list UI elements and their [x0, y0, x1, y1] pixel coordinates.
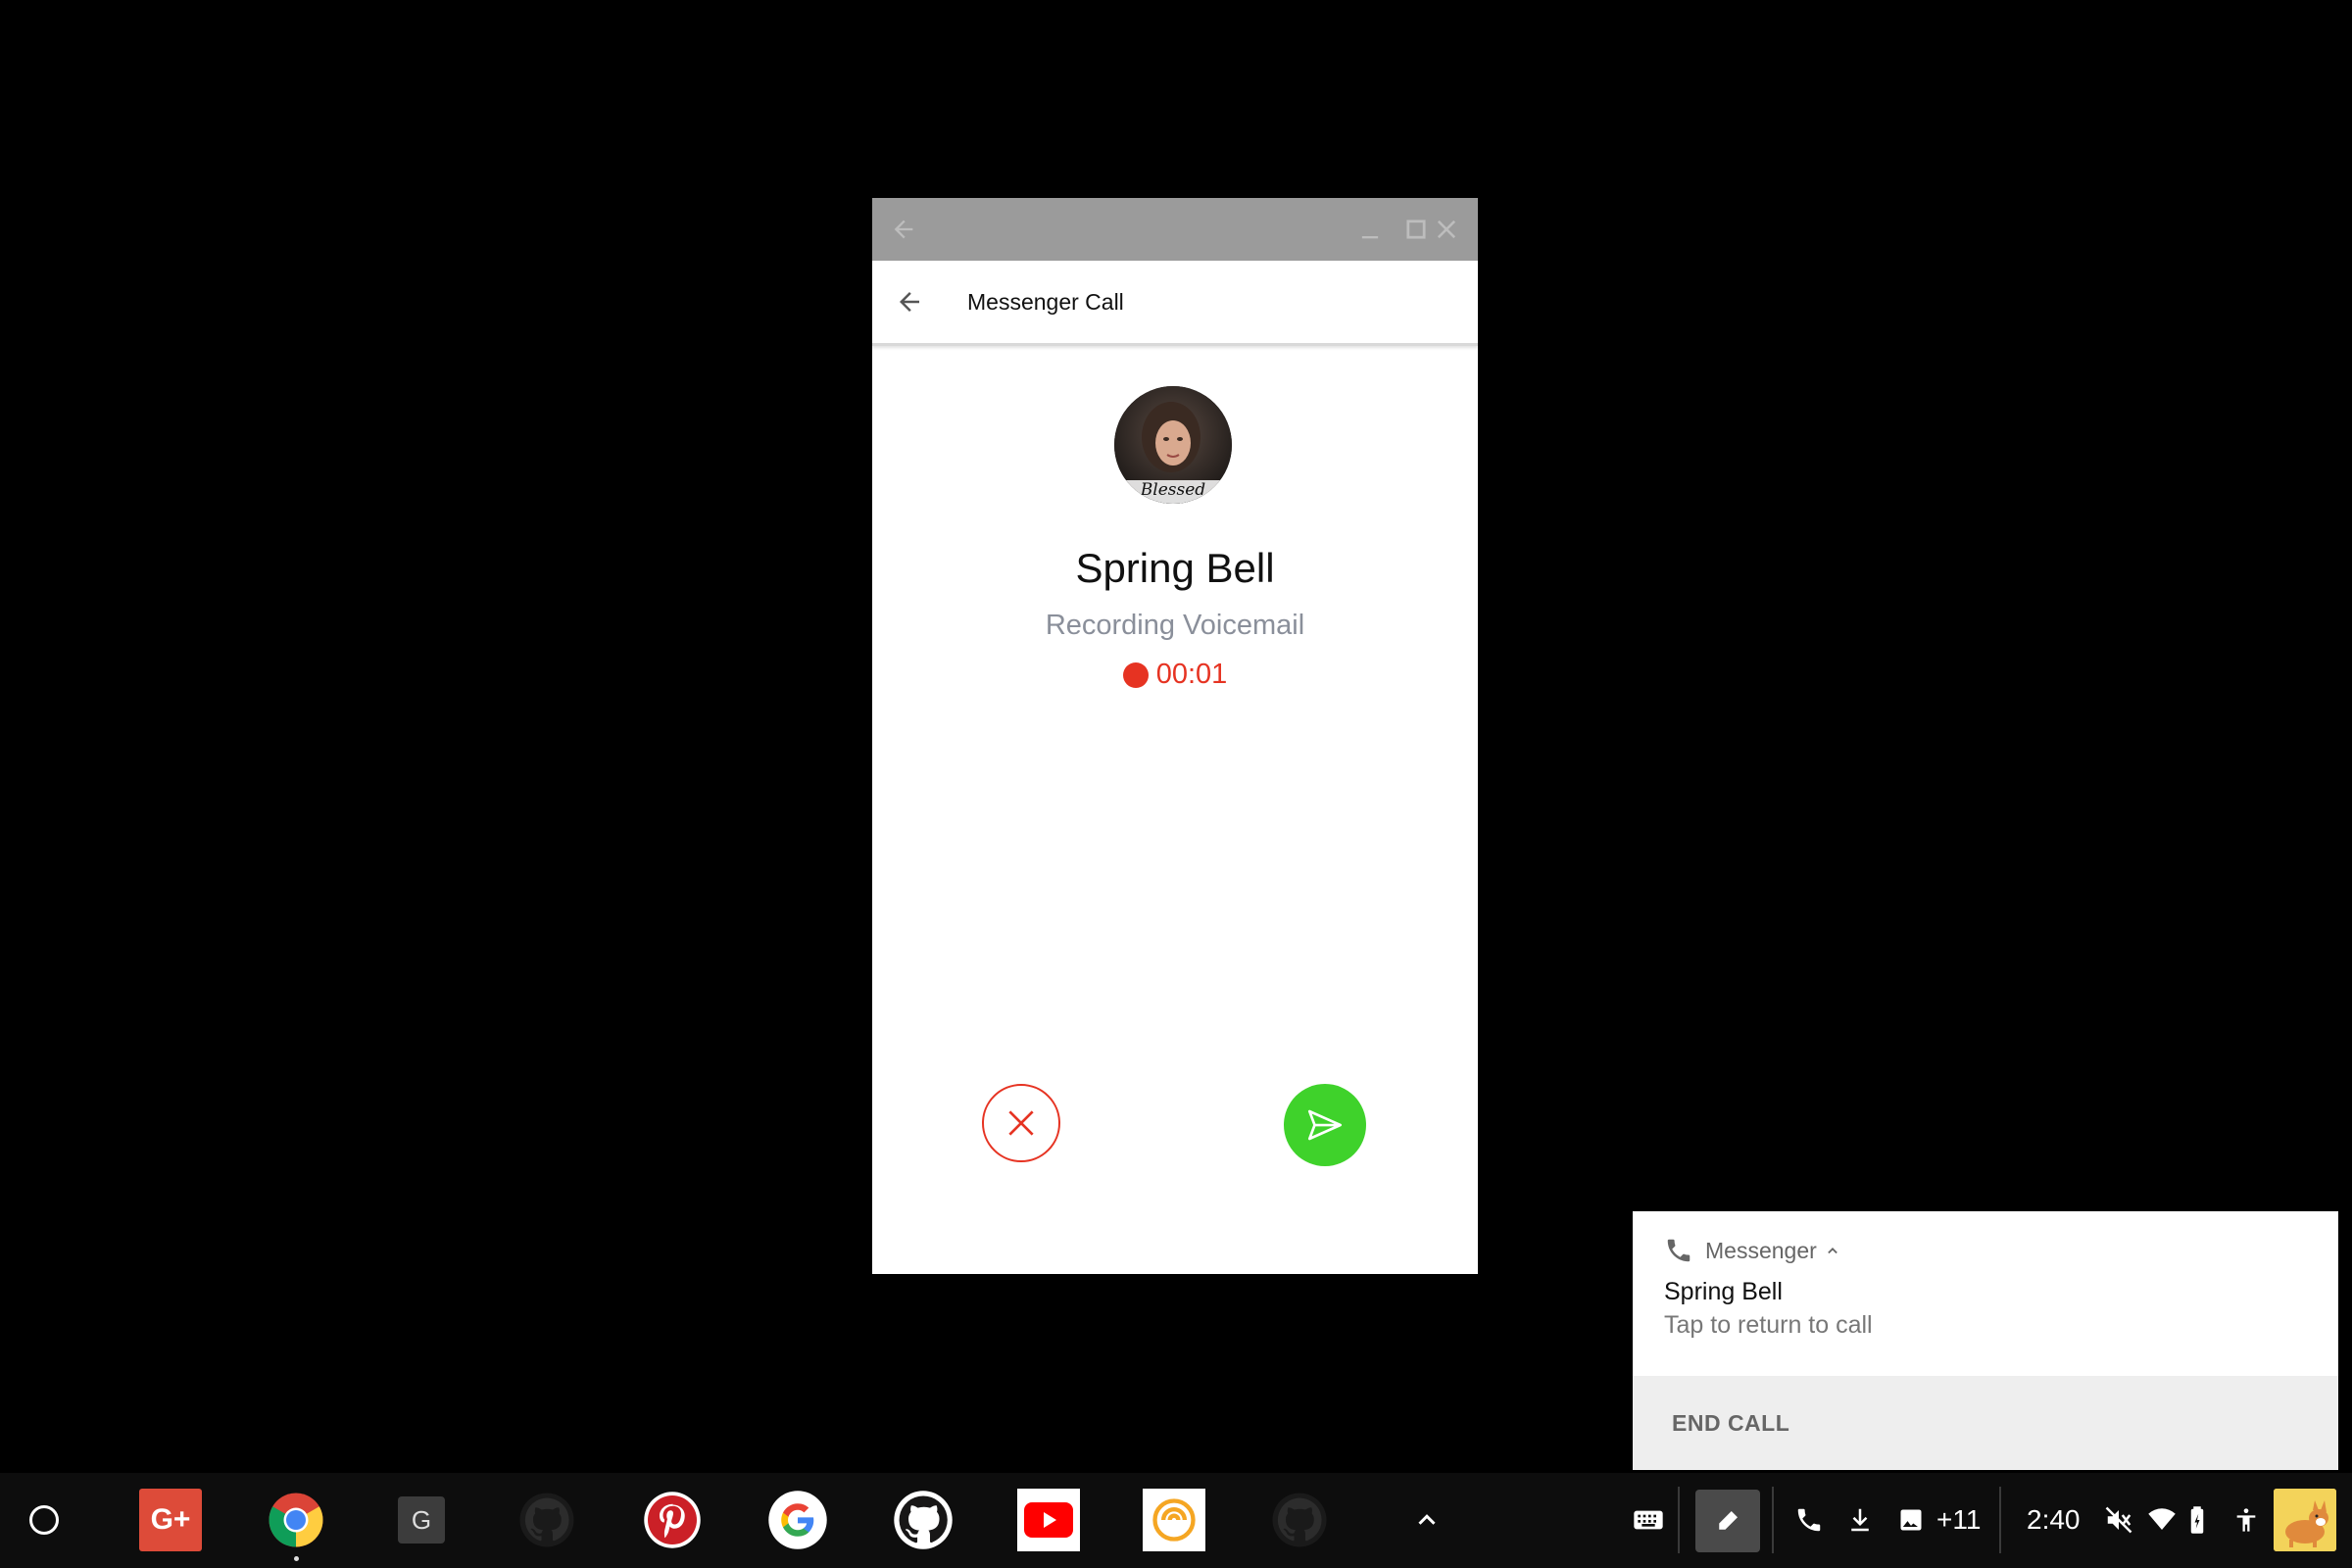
keyboard-icon — [1634, 1510, 1663, 1530]
tray-separator — [1772, 1487, 1774, 1553]
github-app-dim-2[interactable] — [1268, 1489, 1331, 1551]
g-app-icon: G — [398, 1496, 445, 1544]
call-status: Recording Voicemail — [1045, 610, 1305, 641]
app-toolbar: Messenger Call — [872, 261, 1478, 346]
image-icon — [1900, 1509, 1922, 1531]
more-notifications-count[interactable]: +11 — [1936, 1500, 1981, 1540]
wifi-indicator[interactable] — [2144, 1500, 2180, 1540]
stylus-tools-button[interactable] — [1695, 1490, 1760, 1552]
close-window-button[interactable] — [1415, 198, 1478, 261]
battery-indicator[interactable] — [2185, 1500, 2209, 1540]
clock[interactable]: 2:40 — [2027, 1500, 2081, 1540]
tray-download-notification[interactable] — [1842, 1500, 1878, 1540]
phone-icon — [1667, 1239, 1690, 1262]
chevron-up-icon — [1418, 1514, 1436, 1525]
github-app[interactable] — [892, 1489, 955, 1551]
wifi-icon — [2148, 1508, 2176, 1530]
g-app[interactable]: G — [390, 1489, 453, 1551]
orange-app[interactable] — [1143, 1489, 1205, 1551]
record-dot-icon — [1122, 662, 1149, 688]
back-button[interactable] — [888, 280, 931, 323]
github-icon — [894, 1491, 953, 1549]
close-icon — [1008, 1110, 1034, 1136]
youtube-icon — [1017, 1489, 1080, 1551]
avatar-caption: Blessed — [1140, 480, 1206, 500]
send-icon — [1307, 1109, 1343, 1141]
github-icon — [519, 1493, 574, 1547]
notification-app-name: Messenger — [1705, 1237, 1817, 1263]
messenger-call-window: Messenger Call Blessed Spring Bell Recor… — [872, 198, 1478, 1274]
launcher-button[interactable] — [29, 1505, 59, 1535]
github-icon — [1272, 1493, 1327, 1547]
window-titlebar — [872, 198, 1478, 261]
titlebar-back-button[interactable] — [872, 198, 935, 261]
google-icon — [768, 1491, 827, 1549]
github-app-dim[interactable] — [515, 1489, 578, 1551]
shelf: G+ G +11 2:40 — [0, 1473, 2352, 1568]
tray-separator — [1678, 1487, 1680, 1553]
tray-phone-notification[interactable] — [1791, 1500, 1827, 1540]
end-call-button[interactable]: END CALL — [1672, 1376, 1789, 1470]
phone-icon — [1797, 1508, 1821, 1532]
youtube-app[interactable] — [1017, 1489, 1080, 1551]
battery-charging-icon — [2190, 1506, 2204, 1534]
send-voicemail-button[interactable] — [1284, 1084, 1366, 1166]
cancel-voicemail-button[interactable] — [982, 1084, 1060, 1162]
app-title: Messenger Call — [967, 289, 1124, 315]
notification-text: Tap to return to call — [1664, 1311, 1873, 1339]
shelf-overflow-button[interactable] — [1396, 1489, 1458, 1551]
google-plus-icon: G+ — [139, 1489, 202, 1551]
caller-avatar: Blessed — [1114, 386, 1232, 504]
chrome-active-indicator — [294, 1556, 299, 1561]
download-icon — [1851, 1508, 1869, 1532]
pinterest-app[interactable] — [641, 1489, 704, 1551]
google-app[interactable] — [766, 1489, 829, 1551]
notification-actions: END CALL — [1633, 1376, 2338, 1470]
arrow-left-icon — [894, 220, 913, 239]
close-icon — [1437, 220, 1456, 239]
recording-timer: 00:01 — [872, 659, 1478, 691]
pinterest-icon — [644, 1492, 701, 1548]
google-plus-app[interactable]: G+ — [139, 1489, 202, 1551]
pen-icon — [1719, 1511, 1738, 1530]
chrome-icon — [269, 1493, 323, 1547]
caller-name: Spring Bell — [1075, 545, 1275, 591]
corgi-avatar-icon — [2274, 1489, 2336, 1551]
notification-header: Messenger — [1664, 1231, 1842, 1270]
notification-title: Spring Bell — [1664, 1278, 1783, 1305]
accessibility-indicator[interactable] — [2229, 1500, 2264, 1540]
orange-swirl-icon — [1143, 1489, 1205, 1551]
keyboard-button[interactable] — [1631, 1500, 1666, 1540]
call-notification[interactable]: Messenger Spring Bell Tap to return to c… — [1633, 1211, 2338, 1470]
user-avatar[interactable] — [2274, 1489, 2336, 1551]
accessibility-icon — [2236, 1508, 2256, 1532]
timer-value: 00:01 — [1155, 659, 1228, 690]
volume-muted-indicator[interactable] — [2101, 1500, 2136, 1540]
tray-image-notification[interactable] — [1893, 1500, 1929, 1540]
arrow-left-icon — [900, 292, 919, 312]
chevron-up-icon[interactable] — [1823, 1241, 1842, 1260]
minimize-icon — [1361, 236, 1379, 239]
tray-separator — [1999, 1487, 2001, 1553]
volume-muted-icon — [2105, 1506, 2132, 1534]
chrome-app[interactable] — [265, 1489, 327, 1551]
